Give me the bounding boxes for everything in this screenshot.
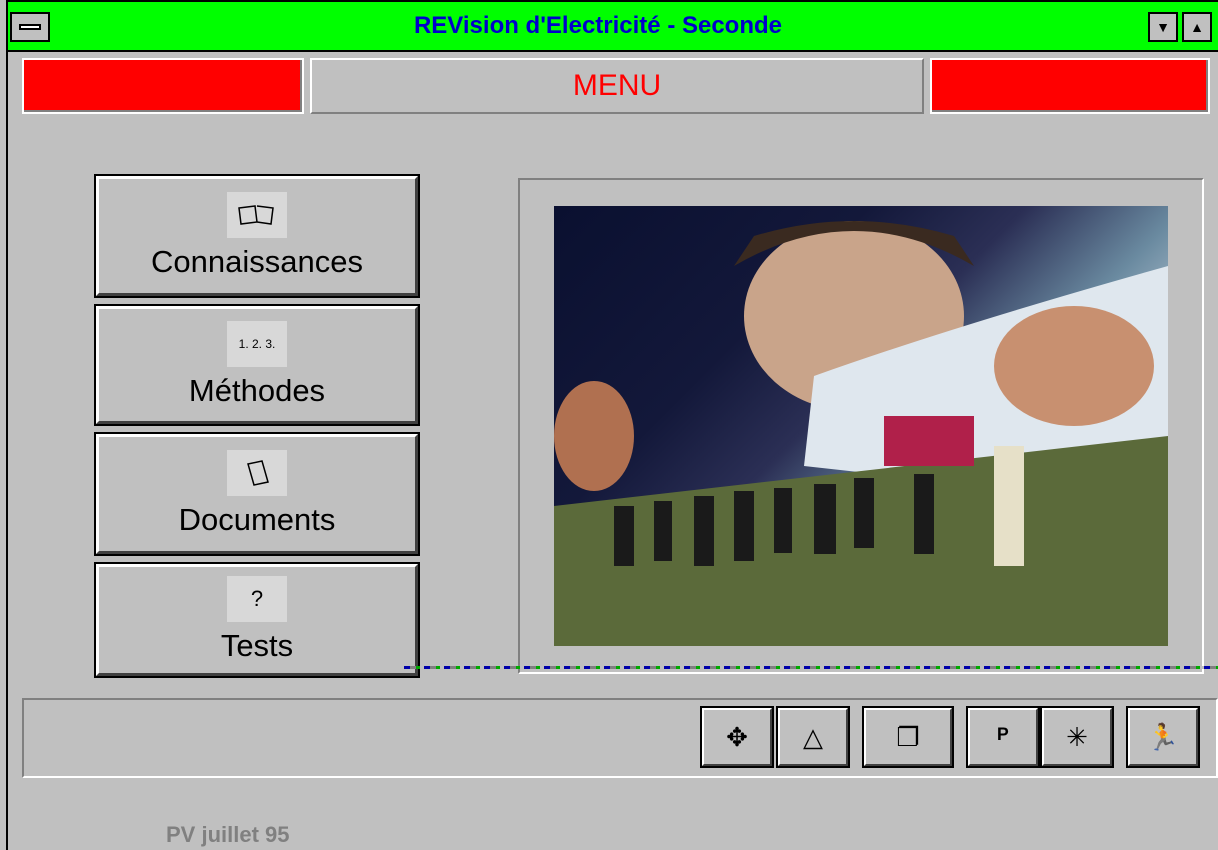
numbered-list-icon: 1. 2. 3. <box>227 321 287 367</box>
running-man-icon: 🏃 <box>1146 721 1180 752</box>
menu-bar: MENU <box>8 52 1218 122</box>
system-menu-button[interactable] <box>10 12 50 42</box>
red-indicator-left <box>22 58 304 114</box>
collapse-tool-button[interactable]: ✥ <box>700 706 774 768</box>
menu-title: MENU <box>310 58 924 114</box>
title-bar[interactable]: REVision d'Electricité - Seconde ▼ ▲ <box>8 2 1218 52</box>
book-icon <box>227 192 287 238</box>
tests-label: Tests <box>220 628 294 663</box>
minimize-button[interactable]: ▼ <box>1148 12 1178 42</box>
divider-line <box>404 666 1218 669</box>
documents-label: Documents <box>178 502 336 537</box>
print-icon: ᴾ <box>997 721 1009 752</box>
methodes-label: Méthodes <box>188 373 326 408</box>
window-frame-left <box>0 0 8 850</box>
electronics-photo <box>554 206 1168 646</box>
exit-tool-button[interactable]: 🏃 <box>1126 706 1200 768</box>
arrow-down-icon: ▼ <box>1156 19 1170 35</box>
connaissances-label: Connaissances <box>151 244 363 279</box>
burst-icon: ✳ <box>1066 721 1088 752</box>
burst-tool-button[interactable]: ✳ <box>1040 706 1114 768</box>
toolbar-panel <box>22 698 1218 778</box>
up-tool-button[interactable]: △ <box>776 706 850 768</box>
windows-tool-button[interactable]: ❐ <box>862 706 954 768</box>
tests-button[interactable]: ? Tests <box>94 562 420 678</box>
methodes-button[interactable]: 1. 2. 3. Méthodes <box>94 304 420 426</box>
document-icon <box>227 450 287 496</box>
print-tool-button[interactable]: ᴾ <box>966 706 1040 768</box>
question-icon: ? <box>227 576 287 622</box>
arrow-up-icon: ▲ <box>1190 19 1204 35</box>
collapse-icon: ✥ <box>726 721 748 752</box>
windows-icon: ❐ <box>896 721 920 752</box>
documents-button[interactable]: Documents <box>94 432 420 556</box>
connaissances-button[interactable]: Connaissances <box>94 174 420 298</box>
up-triangle-icon: △ <box>803 721 823 752</box>
maximize-button[interactable]: ▲ <box>1182 12 1212 42</box>
footer-version: PV juillet 95 <box>166 822 290 847</box>
window-title: REVision d'Electricité - Seconde <box>413 12 783 39</box>
system-menu-icon <box>19 24 41 30</box>
red-indicator-right <box>930 58 1210 114</box>
